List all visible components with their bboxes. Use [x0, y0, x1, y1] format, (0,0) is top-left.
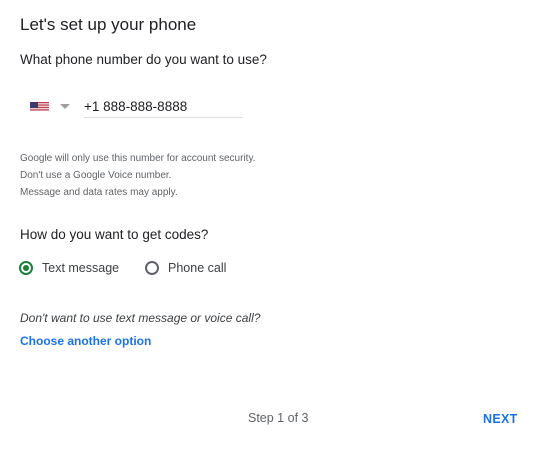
choose-another-option-link[interactable]: Choose another option [20, 334, 151, 348]
phone-call-label: Phone call [168, 261, 227, 275]
phone-call-option[interactable]: Phone call [145, 258, 226, 278]
phone-number-question: What phone number do you want to use? [20, 52, 267, 67]
page-title: Let's set up your phone [20, 15, 197, 34]
radio-checked-icon[interactable] [19, 261, 33, 275]
text-message-option[interactable]: Text message [19, 258, 119, 278]
note-security: Google will only use this number for acc… [20, 153, 256, 164]
radio-unchecked-icon[interactable] [145, 261, 159, 275]
note-google-voice: Don't use a Google Voice number. [20, 170, 172, 181]
phone-number-input[interactable] [84, 95, 243, 118]
codes-question: How do you want to get codes? [20, 227, 209, 242]
step-indicator: Step 1 of 3 [248, 411, 309, 425]
next-button[interactable]: NEXT [478, 406, 523, 432]
alternative-question: Don't want to use text message or voice … [20, 311, 261, 325]
text-message-label: Text message [42, 261, 120, 275]
country-code-dropdown[interactable] [30, 97, 74, 115]
phone-usage-notes: Google will only use this number for acc… [20, 150, 255, 201]
note-rates: Message and data rates may apply. [20, 187, 178, 198]
chevron-down-icon [60, 104, 70, 109]
phone-setup-page: Let's set up your phone What phone numbe… [0, 0, 556, 455]
us-flag-icon [30, 100, 49, 111]
